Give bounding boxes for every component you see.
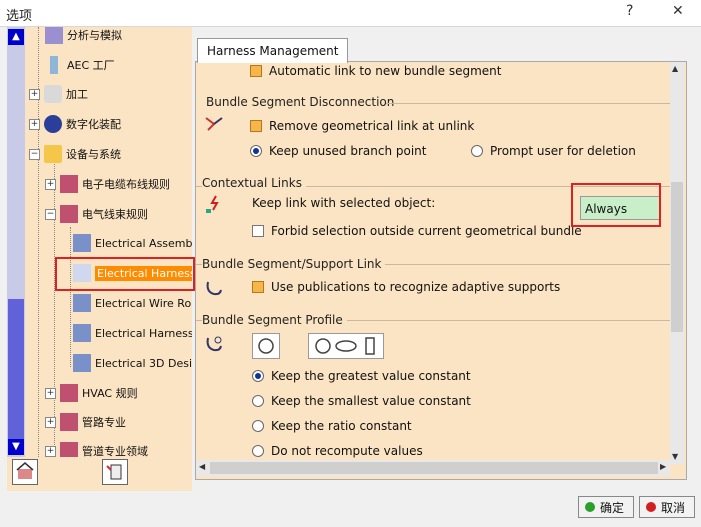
- options-panel: Automatic link to new bundle segment Bun…: [195, 61, 687, 480]
- support-link-icon: [206, 281, 222, 296]
- help-button[interactable]: ?: [626, 3, 633, 19]
- tree-item-dmu[interactable]: + 数字化装配: [29, 114, 121, 134]
- greatest-radio[interactable]: [252, 370, 264, 382]
- parameters-button[interactable]: [102, 459, 128, 485]
- ok-button[interactable]: 确定: [578, 496, 634, 518]
- tree-item-3d-design[interactable]: Electrical 3D Desi: [73, 353, 192, 373]
- profile-icon: [206, 336, 222, 352]
- prompt-user-radio[interactable]: [471, 145, 483, 157]
- tree-item-piping[interactable]: + 管路专业: [45, 412, 126, 432]
- dmu-icon: [44, 115, 62, 133]
- expand-icon[interactable]: +: [45, 416, 56, 428]
- piping-domain-icon: [60, 442, 78, 457]
- tree-item-wire-routing[interactable]: Electrical Wire Ro: [73, 293, 191, 313]
- forbid-selection-checkbox[interactable]: [252, 225, 264, 237]
- parameters-icon: [106, 464, 122, 480]
- scroll-up-icon[interactable]: ▲: [8, 29, 24, 45]
- close-button[interactable]: ✕: [672, 3, 684, 19]
- keep-link-label: Keep link with selected object:: [252, 196, 436, 210]
- keep-branch-radio[interactable]: [250, 145, 262, 157]
- contextual-link-icon: [206, 195, 219, 213]
- tree-item-cable-routing[interactable]: + 电子电缆布线规则: [45, 174, 170, 194]
- cable-routing-icon: [60, 175, 78, 193]
- expand-icon[interactable]: +: [45, 178, 56, 190]
- tree-item-piping-domain[interactable]: + 管道专业领域: [45, 441, 148, 457]
- scroll-down-icon[interactable]: ▼: [672, 452, 678, 461]
- tree-toolbar: [7, 457, 192, 491]
- disconnection-title: Bundle Segment Disconnection: [206, 95, 395, 109]
- remove-link-checkbox[interactable]: [250, 120, 262, 132]
- contextual-title: Contextual Links: [202, 176, 306, 190]
- profile-circle-button[interactable]: [252, 333, 280, 359]
- collapse-icon[interactable]: −: [29, 148, 40, 160]
- ok-icon: [585, 502, 595, 512]
- panel-vertical-scrollbar[interactable]: ▲ ▼: [670, 62, 684, 464]
- prompt-user-option[interactable]: Prompt user for deletion: [471, 144, 636, 158]
- cancel-icon: [646, 502, 656, 512]
- scroll-up-icon[interactable]: ▲: [672, 64, 678, 73]
- aec-plant-icon: [50, 56, 58, 74]
- analysis-icon: [45, 27, 63, 44]
- window-title: 选项: [6, 9, 33, 24]
- ratio-option[interactable]: Keep the ratio constant: [252, 419, 412, 433]
- expand-icon[interactable]: +: [45, 387, 56, 399]
- collapse-icon[interactable]: −: [45, 208, 56, 220]
- support-title: Bundle Segment/Support Link: [202, 257, 386, 271]
- tree-item-harness-flattening[interactable]: Electrical Harness: [73, 323, 192, 343]
- tree-item-harness-rules[interactable]: − 电气线束规则: [45, 204, 148, 224]
- machining-icon: [44, 85, 62, 103]
- cancel-button[interactable]: 取消: [639, 496, 695, 518]
- no-recompute-radio[interactable]: [252, 445, 264, 457]
- tree-item-electrical-assembly[interactable]: Electrical Assemb: [73, 233, 192, 253]
- tree-scrollbar[interactable]: ▲ ▼: [7, 27, 25, 457]
- harness-rules-icon: [60, 205, 78, 223]
- smallest-option[interactable]: Keep the smallest value constant: [252, 394, 471, 408]
- no-recompute-option[interactable]: Do not recompute values: [252, 444, 423, 458]
- panel-scroll-thumb[interactable]: [671, 182, 683, 332]
- scroll-down-icon[interactable]: ▼: [8, 439, 24, 455]
- folder-icon: [44, 145, 62, 163]
- tree-item-analysis[interactable]: 分析与模拟: [45, 27, 122, 45]
- auto-link-option[interactable]: Automatic link to new bundle segment: [250, 64, 501, 78]
- piping-icon: [60, 413, 78, 431]
- profile-shapes-button[interactable]: [308, 333, 384, 359]
- harness-flattening-icon: [73, 324, 91, 342]
- tree-selection-highlight: [55, 257, 195, 291]
- expand-icon[interactable]: +: [45, 445, 56, 457]
- auto-link-checkbox[interactable]: [250, 65, 262, 77]
- panel-horizontal-scrollbar[interactable]: ◀ ▶: [196, 460, 670, 476]
- reset-options-button[interactable]: [12, 459, 38, 485]
- tree-scroll-thumb[interactable]: [8, 299, 24, 439]
- electrical-assembly-icon: [73, 234, 91, 252]
- profile-shapes-icon: [315, 337, 375, 355]
- tab-harness-management[interactable]: Harness Management: [197, 38, 349, 63]
- tree-item-equipment[interactable]: − 设备与系统: [29, 144, 121, 164]
- ratio-radio[interactable]: [252, 420, 264, 432]
- tree-item-hvac[interactable]: + HVAC 规则: [45, 383, 138, 403]
- circle-profile-icon: [258, 338, 274, 354]
- combo-highlight: [571, 183, 661, 227]
- use-publications-option[interactable]: Use publications to recognize adaptive s…: [252, 280, 560, 294]
- options-tree: ▲ ▼ 分析与模拟 AEC 工厂 + 加工 + 数字化装配 − 设备与系统 + …: [7, 27, 192, 457]
- profile-title: Bundle Segment Profile: [202, 313, 347, 327]
- panel-hscroll-thumb[interactable]: [210, 462, 658, 474]
- expand-icon[interactable]: +: [29, 88, 40, 100]
- tree-item-aec[interactable]: AEC 工厂: [45, 55, 115, 75]
- remove-link-option[interactable]: Remove geometrical link at unlink: [250, 119, 474, 133]
- scroll-right-icon[interactable]: ▶: [660, 462, 666, 471]
- expand-icon[interactable]: +: [29, 118, 40, 130]
- forbid-selection-option[interactable]: Forbid selection outside current geometr…: [252, 224, 582, 238]
- wire-routing-icon: [73, 294, 91, 312]
- reset-icon: [16, 462, 34, 479]
- tree-item-machining[interactable]: + 加工: [29, 84, 88, 104]
- hvac-icon: [60, 384, 78, 402]
- greatest-option[interactable]: Keep the greatest value constant: [252, 369, 471, 383]
- scroll-left-icon[interactable]: ◀: [199, 462, 205, 471]
- smallest-radio[interactable]: [252, 395, 264, 407]
- keep-branch-option[interactable]: Keep unused branch point: [250, 144, 426, 158]
- electrical-3d-icon: [73, 354, 91, 372]
- title-bar: 选项 ? ✕: [0, 0, 701, 27]
- disconnection-icon: [205, 117, 223, 131]
- use-publications-checkbox[interactable]: [252, 281, 264, 293]
